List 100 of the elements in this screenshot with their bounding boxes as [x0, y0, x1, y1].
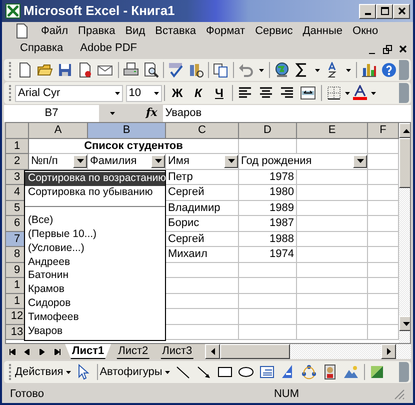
maximize-icon	[380, 6, 390, 16]
restore-workbook-icon[interactable]	[382, 44, 392, 54]
menu-item[interactable]: Сервис	[250, 23, 298, 40]
scroll-right-button[interactable]	[381, 344, 396, 359]
empty-cell	[297, 232, 368, 247]
column-header[interactable]: B	[88, 123, 166, 138]
minimize-icon	[364, 13, 371, 15]
empty-cell	[239, 309, 297, 324]
text-box-icon	[259, 364, 276, 380]
column-header[interactable]: E	[297, 123, 368, 138]
fill-color-icon	[369, 364, 386, 380]
function-button[interactable]: fx	[146, 105, 158, 122]
caret-icon[interactable]	[344, 92, 350, 94]
close-button[interactable]	[393, 4, 410, 18]
column-header[interactable]: C	[166, 123, 239, 138]
books-icon	[188, 62, 204, 78]
column-header[interactable]: D	[239, 123, 297, 138]
minimize-button[interactable]	[359, 4, 376, 18]
caret-icon[interactable]	[165, 370, 170, 374]
rectangle-icon	[217, 364, 234, 380]
menu-item[interactable]: Данные	[298, 23, 348, 40]
sheet-tab[interactable]: Лист1	[65, 344, 112, 359]
caret-icon[interactable]	[154, 92, 159, 94]
document-stamp-icon	[77, 62, 94, 78]
save-icon	[57, 62, 74, 78]
maximize-button[interactable]	[376, 4, 394, 18]
table-cell: 1989	[239, 200, 297, 216]
status-text: Готово	[10, 386, 44, 402]
filter-dropdown-button[interactable]	[353, 154, 367, 168]
column-header[interactable]: F	[368, 123, 399, 138]
empty-cell	[239, 138, 297, 154]
column-heading: №п/п	[31, 154, 59, 168]
filter-dropdown-button[interactable]	[151, 154, 165, 168]
menu-item[interactable]: Правка	[73, 23, 120, 40]
close-workbook-icon[interactable]	[398, 44, 408, 54]
bar-chart-icon	[361, 62, 378, 78]
row-header[interactable]: 2	[6, 154, 29, 170]
window-title: Microsoft Excel - Книга1	[24, 2, 175, 20]
menu-item[interactable]: Вид	[120, 23, 150, 40]
italic-button[interactable]: К	[188, 84, 209, 102]
num-lock-indicator: NUM	[274, 386, 299, 402]
menu-item[interactable]: Вставка	[150, 23, 202, 40]
scroll-down-button[interactable]	[399, 316, 410, 331]
font-size-field[interactable]: 10	[126, 84, 162, 102]
actions-menu[interactable]: Действия	[15, 364, 64, 380]
excel-logo-icon	[4, 3, 21, 19]
table-cell: 1978	[239, 170, 297, 185]
filter-dropdown-button[interactable]	[73, 154, 87, 168]
column-heading: Имя	[168, 154, 190, 168]
empty-cell	[297, 294, 368, 309]
resize-grip-icon[interactable]	[394, 388, 405, 400]
formula-field[interactable]: Уваров	[163, 105, 411, 122]
sort-option[interactable]: Сортировка по возрастанию	[25, 172, 165, 186]
caret-icon[interactable]	[66, 370, 71, 374]
bold-button[interactable]: Ж	[166, 84, 188, 102]
caret-icon[interactable]	[115, 92, 120, 94]
previous-sheet-icon	[24, 348, 31, 354]
menu-item[interactable]: Окно	[348, 23, 384, 40]
autoshapes-menu[interactable]: Автофигуры	[100, 364, 162, 380]
menu-item[interactable]: Справка	[6, 40, 68, 57]
right-arrow-icon	[386, 348, 390, 355]
column-heading: Фамилия	[90, 154, 138, 168]
up-arrow-icon	[403, 128, 410, 132]
folder-icon	[37, 62, 54, 78]
name-box[interactable]: B7	[4, 105, 99, 122]
new-document-icon	[17, 62, 33, 78]
caret-icon	[356, 159, 364, 164]
globe-icon	[274, 62, 290, 78]
caret-icon[interactable]	[370, 92, 376, 94]
menu-item[interactable]: Файл	[36, 23, 74, 40]
table-cell: 1987	[239, 216, 297, 232]
filter-dropdown-button[interactable]	[224, 154, 238, 168]
empty-cell	[297, 309, 368, 324]
scroll-left-button[interactable]	[205, 344, 220, 359]
diagram-icon	[301, 364, 318, 380]
scroll-up-button[interactable]	[399, 123, 410, 138]
table-cell: 1974	[239, 247, 297, 262]
empty-cell	[297, 324, 368, 340]
column-header[interactable]: A	[29, 123, 88, 138]
image-icon	[343, 364, 360, 380]
caret-icon	[154, 159, 162, 164]
scroll-thumb[interactable]	[399, 138, 410, 188]
clip-art-icon	[322, 364, 338, 380]
caret-icon	[228, 159, 234, 164]
caret-icon[interactable]	[258, 68, 264, 72]
caret-icon	[76, 159, 84, 164]
font-field[interactable]: Arial Cyr	[15, 84, 123, 102]
empty-cell	[239, 278, 297, 294]
menu-item[interactable]: Adobe PDF	[68, 40, 142, 57]
select-all-corner[interactable]	[6, 123, 29, 138]
menu-item[interactable]: Формат	[201, 23, 250, 40]
row-header[interactable]: 1	[6, 138, 29, 154]
caret-icon[interactable]	[110, 112, 115, 115]
empty-cell	[239, 262, 297, 278]
horizontal-scroll-thumb[interactable]	[220, 344, 290, 359]
underline-button[interactable]: Ч	[208, 84, 230, 102]
caret-icon[interactable]	[315, 68, 320, 72]
down-arrow-icon	[403, 322, 410, 326]
caret-icon[interactable]	[346, 68, 352, 72]
empty-cell	[239, 294, 297, 309]
